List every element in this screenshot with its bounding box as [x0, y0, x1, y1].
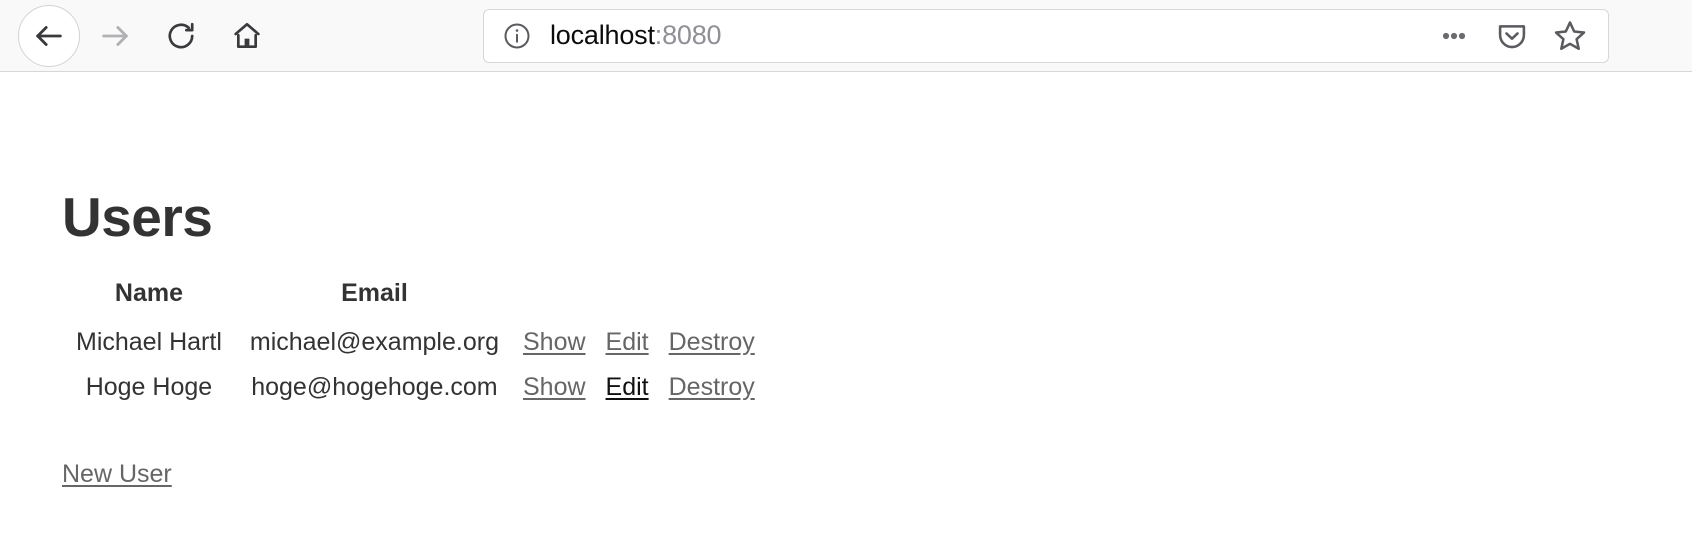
cell-action-destroy: Destroy — [659, 365, 765, 410]
destroy-link[interactable]: Destroy — [669, 373, 755, 401]
pocket-icon[interactable] — [1492, 16, 1532, 56]
table-header-row: Name Email — [62, 275, 765, 320]
cell-action-show: Show — [513, 320, 596, 365]
table-body: Michael Hartl michael@example.org Show E… — [62, 320, 765, 410]
column-header-name: Name — [114, 279, 183, 307]
page-content: Users Name Email Michael Hartl michael@e… — [0, 72, 1692, 534]
info-circle-icon[interactable] — [502, 21, 532, 51]
home-icon — [234, 22, 260, 48]
back-button[interactable] — [18, 4, 80, 67]
forward-button[interactable] — [84, 5, 146, 67]
show-link[interactable]: Show — [523, 328, 586, 356]
edit-link[interactable]: Edit — [606, 328, 649, 356]
table-row: Michael Hartl michael@example.org Show E… — [62, 320, 765, 365]
browser-toolbar: localhost:8080 — [0, 0, 1692, 72]
page-title: Users — [62, 186, 213, 248]
cell-email: michael@example.org — [249, 328, 499, 356]
column-header-actions-edit — [596, 275, 659, 320]
cell-action-destroy: Destroy — [659, 320, 765, 365]
cell-action-show: Show — [513, 365, 596, 410]
table-row: Hoge Hoge hoge@hogehoge.com Show Edit De… — [62, 365, 765, 410]
url-port: :8080 — [654, 20, 722, 50]
cell-action-edit: Edit — [596, 365, 659, 410]
cell-action-edit: Edit — [596, 320, 659, 365]
cell-name: Hoge Hoge — [85, 373, 213, 401]
new-user-link-container: New User — [62, 460, 172, 489]
column-header-actions-destroy — [659, 275, 765, 320]
address-bar[interactable]: localhost:8080 — [483, 8, 1609, 63]
page-actions-icon[interactable] — [1434, 16, 1474, 56]
cell-email: hoge@hogehoge.com — [251, 373, 498, 401]
edit-link[interactable]: Edit — [606, 373, 649, 401]
reload-icon — [168, 22, 194, 48]
bookmark-star-icon[interactable] — [1550, 16, 1590, 56]
home-button[interactable] — [216, 5, 278, 67]
table-header: Name Email — [62, 275, 765, 320]
users-table: Name Email Michael Hartl michael@example… — [62, 275, 765, 410]
url-host: localhost — [550, 20, 655, 50]
forward-arrow-icon — [102, 25, 128, 46]
urlbar-actions — [1434, 16, 1594, 56]
url-text[interactable]: localhost:8080 — [550, 20, 1434, 51]
back-arrow-icon — [36, 25, 62, 46]
column-header-email: Email — [341, 279, 408, 307]
reload-button[interactable] — [150, 5, 212, 67]
destroy-link[interactable]: Destroy — [669, 328, 755, 356]
column-header-actions-show — [513, 275, 596, 320]
show-link[interactable]: Show — [523, 373, 586, 401]
cell-name: Michael Hartl — [76, 328, 222, 356]
navigation-buttons — [18, 4, 278, 67]
new-user-link[interactable]: New User — [62, 460, 172, 488]
urlbar-container: localhost:8080 — [278, 8, 1674, 63]
